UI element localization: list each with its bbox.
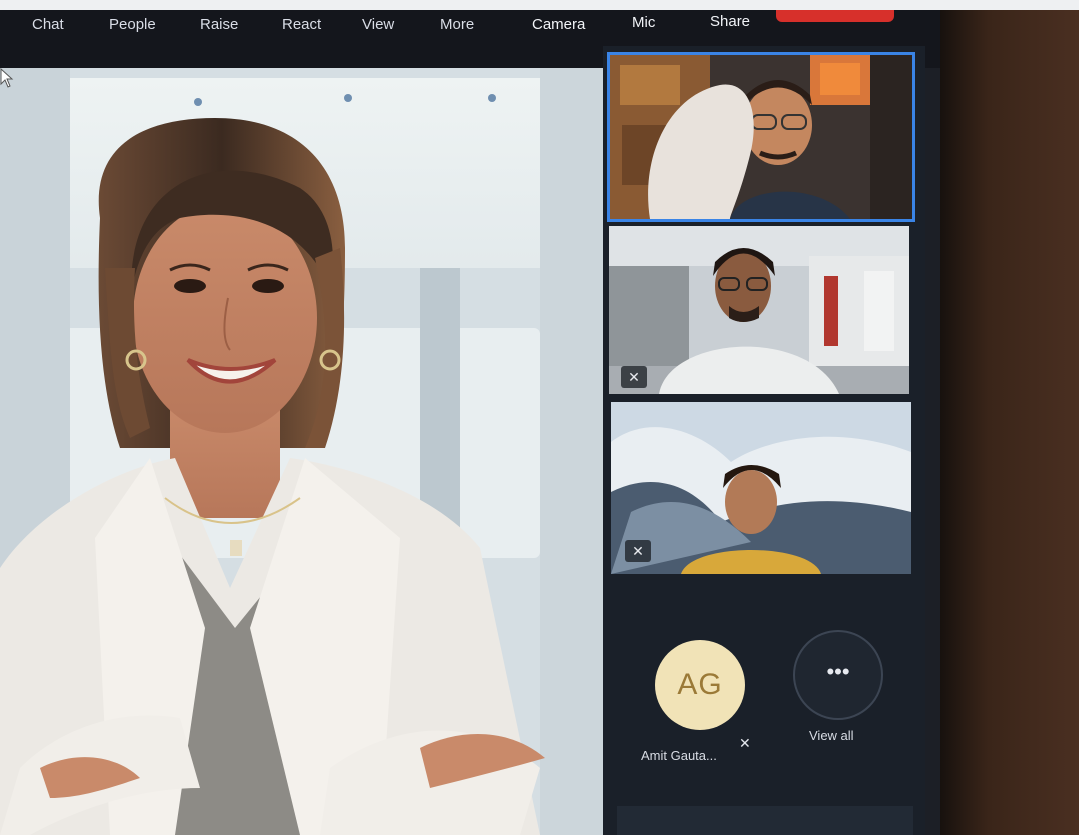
camera-button[interactable]: Camera <box>532 16 585 33</box>
participant-video <box>609 226 909 394</box>
view-all-label[interactable]: View all <box>809 728 854 743</box>
view-button[interactable]: View <box>362 16 394 33</box>
view-all-button[interactable]: ••• <box>793 630 883 720</box>
mic-off-icon: ✕ <box>739 735 751 751</box>
participant-tile-active-speaker[interactable] <box>607 52 915 222</box>
mouse-cursor-icon <box>0 68 14 88</box>
participant-name: Amit Gauta... <box>641 748 717 763</box>
share-button[interactable]: Share <box>710 13 750 30</box>
mic-off-icon: ✕ <box>621 366 647 388</box>
participants-panel: ✕ ✕ AG Amit Gauta... ✕ ••• View all <box>603 46 925 835</box>
people-button[interactable]: People <box>109 16 156 33</box>
meeting-window: Chat People Raise React View More Camera… <box>0 10 940 835</box>
top-strip <box>0 0 1079 10</box>
panel-footer <box>617 806 913 835</box>
participant-tile-3[interactable]: ✕ <box>611 402 911 574</box>
speaker-image <box>0 68 612 835</box>
ellipsis-icon: ••• <box>826 659 850 684</box>
chat-button[interactable]: Chat <box>32 16 64 33</box>
react-button[interactable]: React <box>282 16 321 33</box>
more-button[interactable]: More <box>440 16 474 33</box>
participant-video <box>610 55 912 219</box>
participant-tile-2[interactable]: ✕ <box>609 226 909 394</box>
main-speaker-video <box>0 68 612 835</box>
monitor-bezel <box>940 10 1079 835</box>
mic-button[interactable]: Mic <box>632 14 655 31</box>
leave-button[interactable] <box>776 10 894 22</box>
avatar[interactable]: AG <box>655 640 745 730</box>
participant-video <box>611 402 911 574</box>
mic-off-icon: ✕ <box>625 540 651 562</box>
raise-hand-button[interactable]: Raise <box>200 16 238 33</box>
